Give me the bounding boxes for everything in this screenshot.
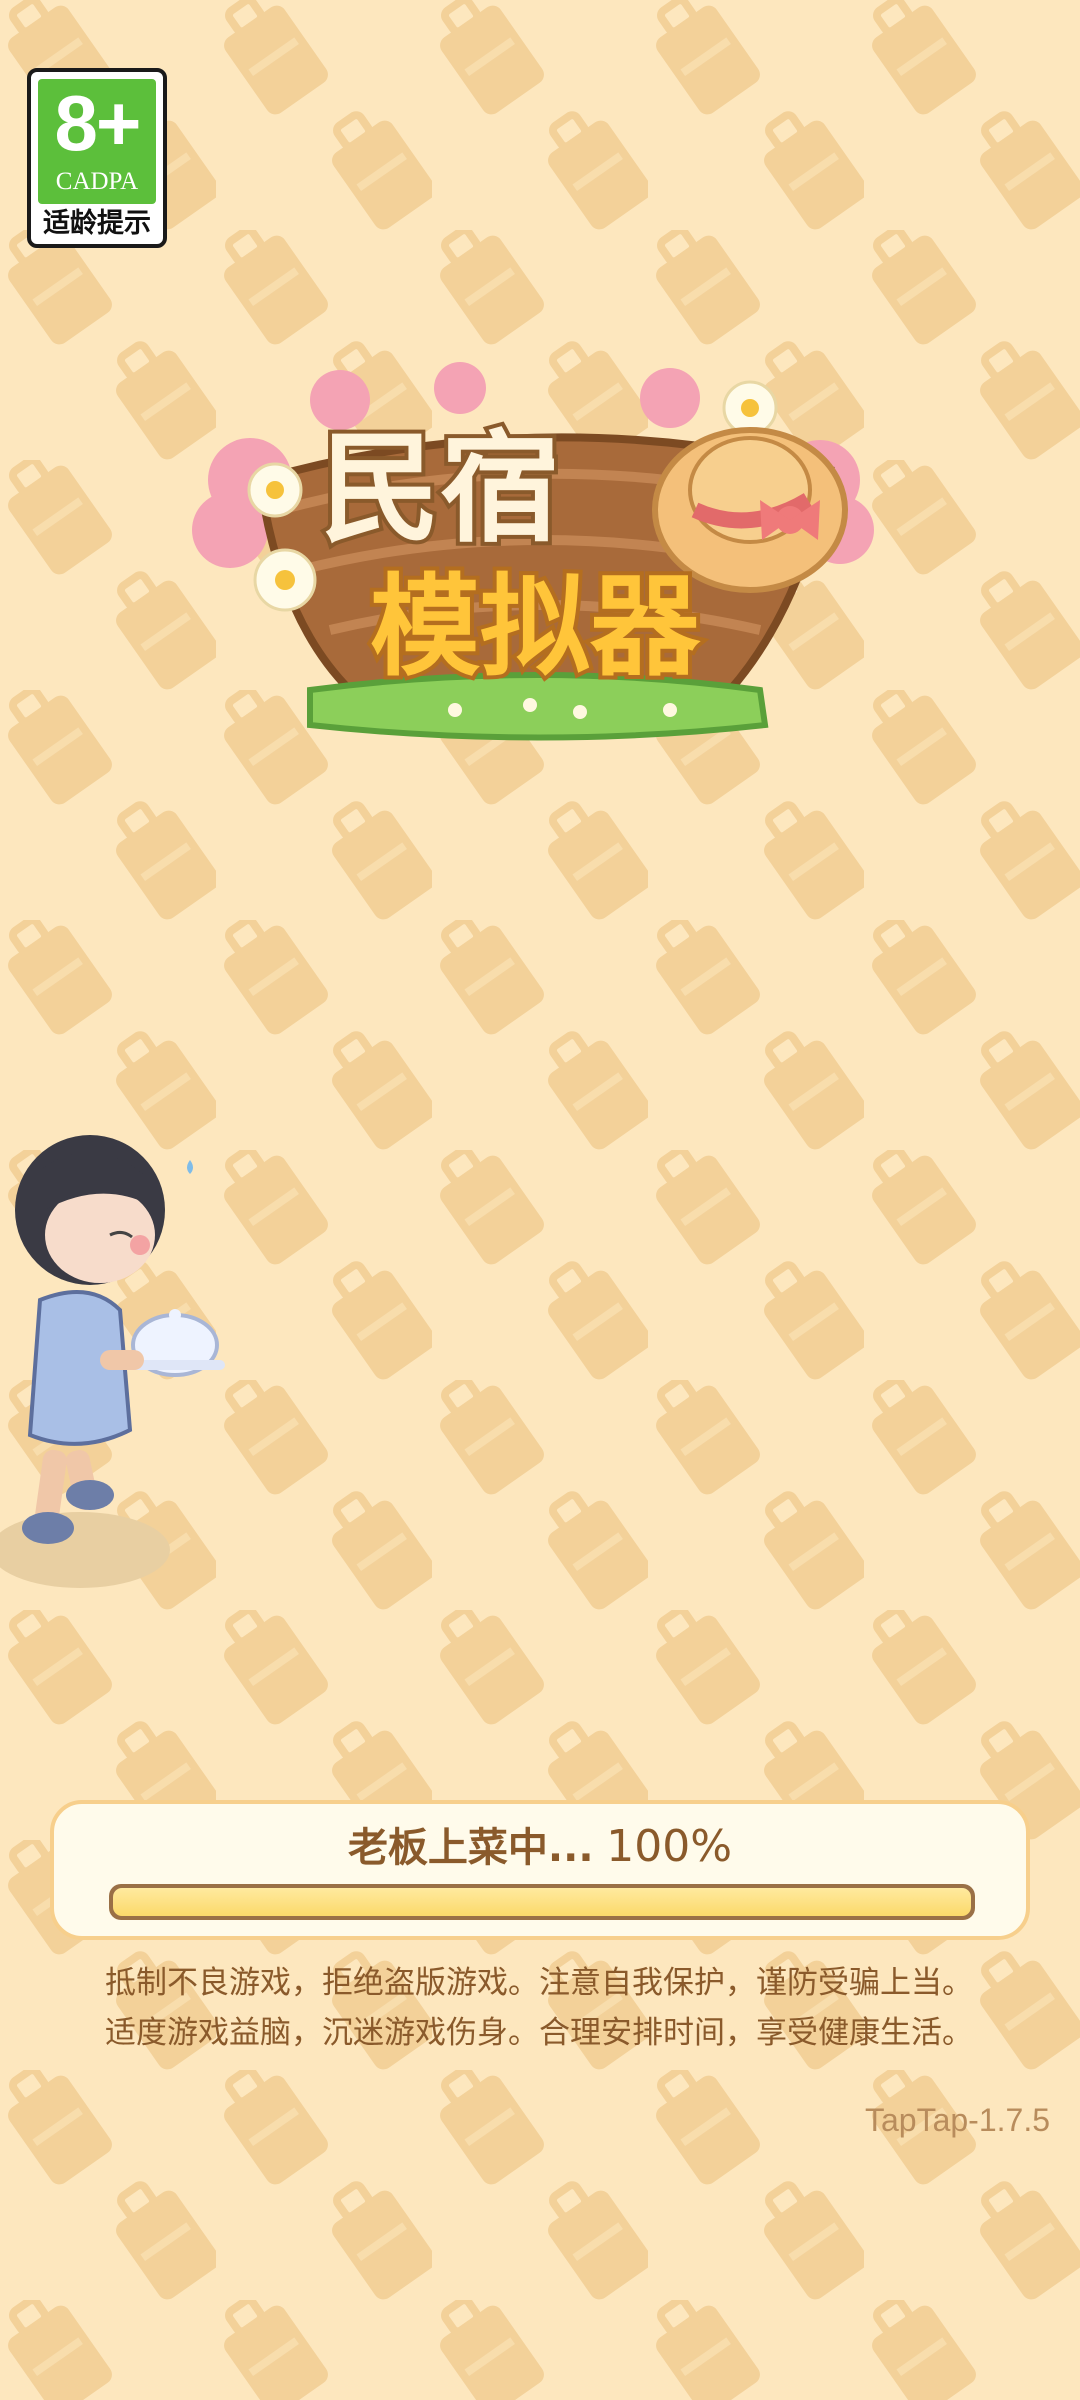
age-rating-tip: 适龄提示 [43, 208, 151, 239]
health-notice-line1: 抵制不良游戏，拒绝盗版游戏。注意自我保护，谨防受骗上当。 [105, 1965, 973, 2001]
splash-screen: 8+ CADPA 适龄提示 民宿 模拟器 老板上菜中... 100% 抵制不良游… [0, 0, 1080, 2400]
loading-percent: 100% [606, 1821, 733, 1872]
health-notice: 抵制不良游戏，拒绝盗版游戏。注意自我保护，谨防受骗上当。 适度游戏益脑，沉迷游戏… [105, 1958, 1005, 2058]
logo-title-line1: 民宿 [320, 420, 560, 559]
version-label: TapTap-1.7.5 [864, 2102, 1050, 2138]
game-logo: 民宿 模拟器 [192, 362, 874, 741]
loading-panel: 老板上菜中... 100% [50, 1800, 1030, 1940]
loading-status: 老板上菜中... 100% [54, 1822, 1026, 1873]
age-rating-org: CADPA [55, 168, 139, 195]
loading-progress-bar [109, 1884, 975, 1920]
age-rating-green-panel: 8+ CADPA [38, 79, 156, 204]
age-rating-value: 8+ [54, 79, 142, 167]
age-rating-badge: 8+ CADPA 适龄提示 [27, 68, 167, 248]
logo-title-line2: 模拟器 [370, 563, 701, 691]
loading-progress-fill [113, 1888, 971, 1916]
loading-label: 老板上菜中... [347, 1825, 594, 1871]
health-notice-line2: 适度游戏益脑，沉迷游戏伤身。合理安排时间，享受健康生活。 [105, 2015, 973, 2051]
waitress-character [0, 1135, 225, 1588]
